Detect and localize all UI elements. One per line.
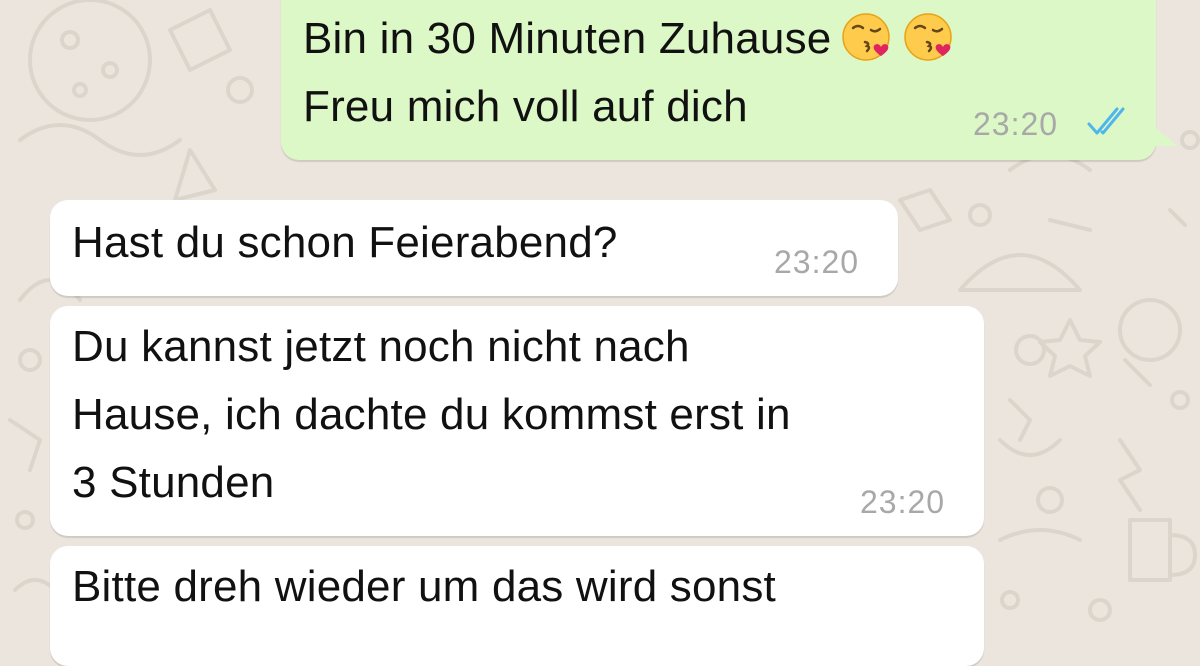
message-timestamp: 23:20	[774, 244, 860, 280]
incoming-message-bubble[interactable]: Hast du schon Feierabend? 23:20	[50, 200, 898, 296]
message-text: Freu mich voll auf dich	[303, 82, 748, 131]
incoming-message-bubble[interactable]: Du kannst jetzt noch nicht nach Hause, i…	[50, 306, 984, 536]
message-text: Hast du schon Feierabend?	[72, 218, 618, 267]
face-blowing-kiss-icon	[904, 13, 953, 62]
incoming-message-bubble[interactable]: Bitte dreh wieder um das wird sonst	[50, 546, 984, 666]
message-timestamp: 23:20	[973, 106, 1059, 142]
message-timestamp: 23:20	[860, 484, 946, 520]
read-double-check-icon	[1087, 107, 1125, 135]
message-text-line: Bin in 30 Minuten Zuhause	[303, 6, 955, 72]
face-blowing-kiss-icon	[842, 13, 891, 62]
message-text: Bitte dreh wieder um das wird sonst	[72, 562, 776, 611]
message-text: Du kannst jetzt noch nicht nach	[72, 322, 690, 371]
message-text: Hause, ich dachte du kommst erst in	[72, 390, 791, 439]
bubble-tail	[1148, 122, 1178, 146]
message-text: 3 Stunden	[72, 458, 275, 507]
chat-message-list[interactable]: Bin in 30 Minuten Zuhause Freu mich voll…	[0, 0, 1200, 666]
outgoing-message-bubble[interactable]: Bin in 30 Minuten Zuhause Freu mich voll…	[281, 0, 1178, 160]
message-text: Bin in 30 Minuten Zuhause	[303, 14, 832, 63]
